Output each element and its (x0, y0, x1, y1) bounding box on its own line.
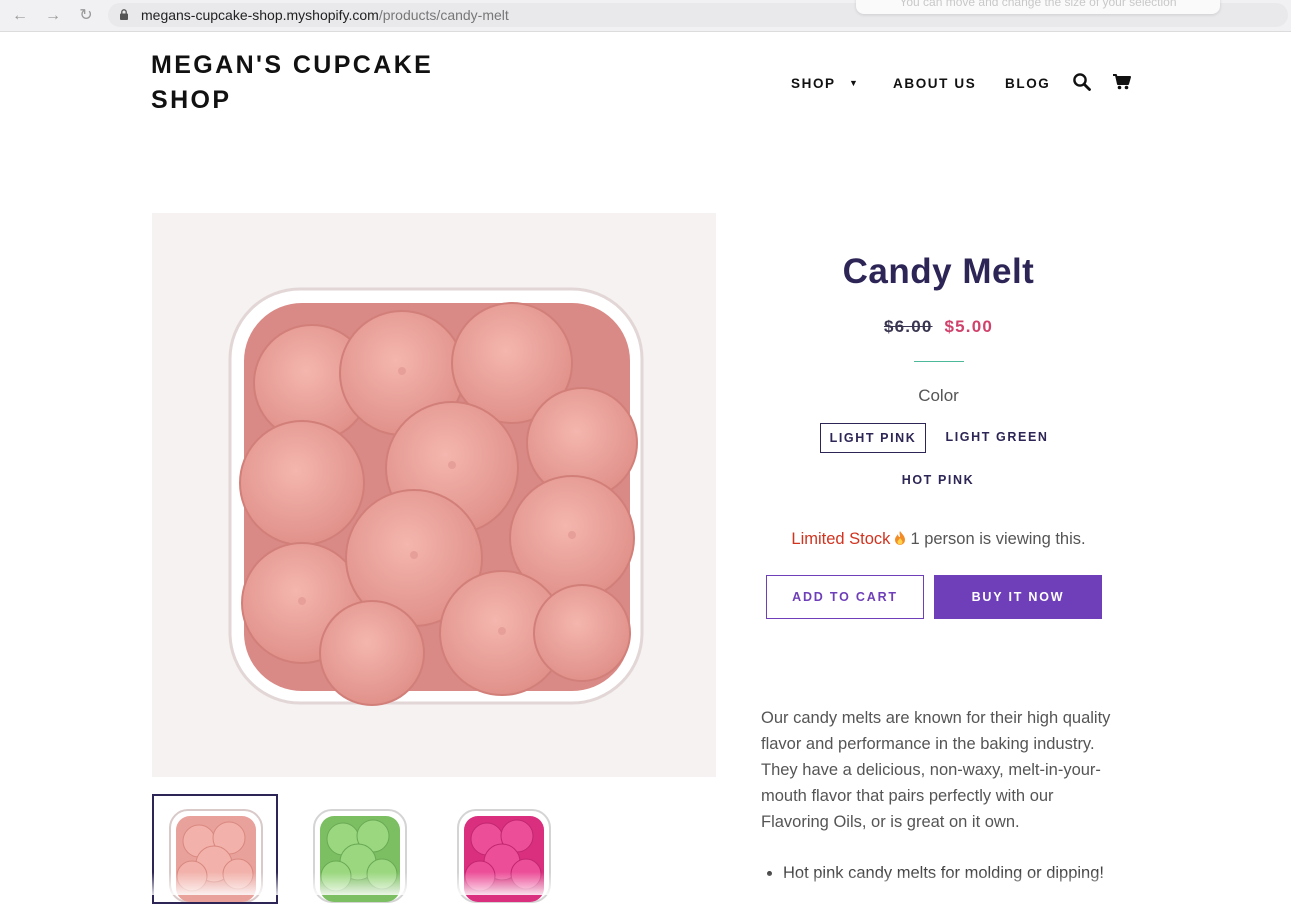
browser-toolbar: ← → ↻ megans-cupcake-shop.myshopify.com/… (0, 0, 1291, 32)
caret-down-icon[interactable]: ▼ (849, 78, 858, 88)
bottom-fade (0, 872, 1291, 895)
add-to-cart-button[interactable]: ADD TO CART (766, 575, 924, 619)
candy-melt-image (228, 287, 644, 706)
url-host: megans-cupcake-shop.myshopify.com (141, 7, 379, 23)
buy-it-now-button[interactable]: BUY IT NOW (934, 575, 1102, 619)
lock-icon (120, 9, 128, 20)
selection-tooltip: You can move and change the size of your… (856, 0, 1220, 14)
reload-icon[interactable]: ↻ (76, 6, 96, 26)
nav-about-us[interactable]: ABOUT US (893, 76, 976, 91)
back-arrow-icon[interactable]: ← (10, 6, 30, 26)
cart-icon[interactable] (1112, 73, 1132, 91)
nav-blog[interactable]: BLOG (1005, 76, 1050, 91)
color-option-light-green[interactable]: LIGHT GREEN (940, 423, 1054, 453)
color-option-hot-pink[interactable]: HOT PINK (893, 466, 983, 496)
url-text: megans-cupcake-shop.myshopify.com/produc… (141, 7, 509, 23)
product-description: Our candy melts are known for their high… (761, 709, 1111, 831)
color-option-light-pink[interactable]: LIGHT PINK (820, 423, 926, 453)
viewers-text: 1 person is viewing this. (910, 530, 1086, 548)
site-title[interactable]: MEGAN'S CUPCAKE SHOP (151, 48, 451, 118)
color-label: Color (918, 386, 959, 405)
stock-notice: Limited Stock 1 person is viewing this. (760, 530, 1117, 549)
search-icon[interactable] (1072, 72, 1092, 92)
sale-price: $5.00 (944, 317, 994, 336)
product-image[interactable] (152, 213, 716, 777)
forward-arrow-icon[interactable]: → (43, 6, 63, 26)
fire-icon (895, 531, 906, 545)
product-title: Candy Melt (842, 252, 1035, 291)
price-row: $6.00 $5.00 (760, 317, 1117, 337)
nav-shop[interactable]: SHOP (791, 76, 836, 91)
compare-at-price: $6.00 (883, 317, 933, 336)
url-path: /products/candy-melt (378, 7, 509, 23)
limited-stock-label: Limited Stock (791, 530, 891, 548)
divider (914, 361, 964, 362)
